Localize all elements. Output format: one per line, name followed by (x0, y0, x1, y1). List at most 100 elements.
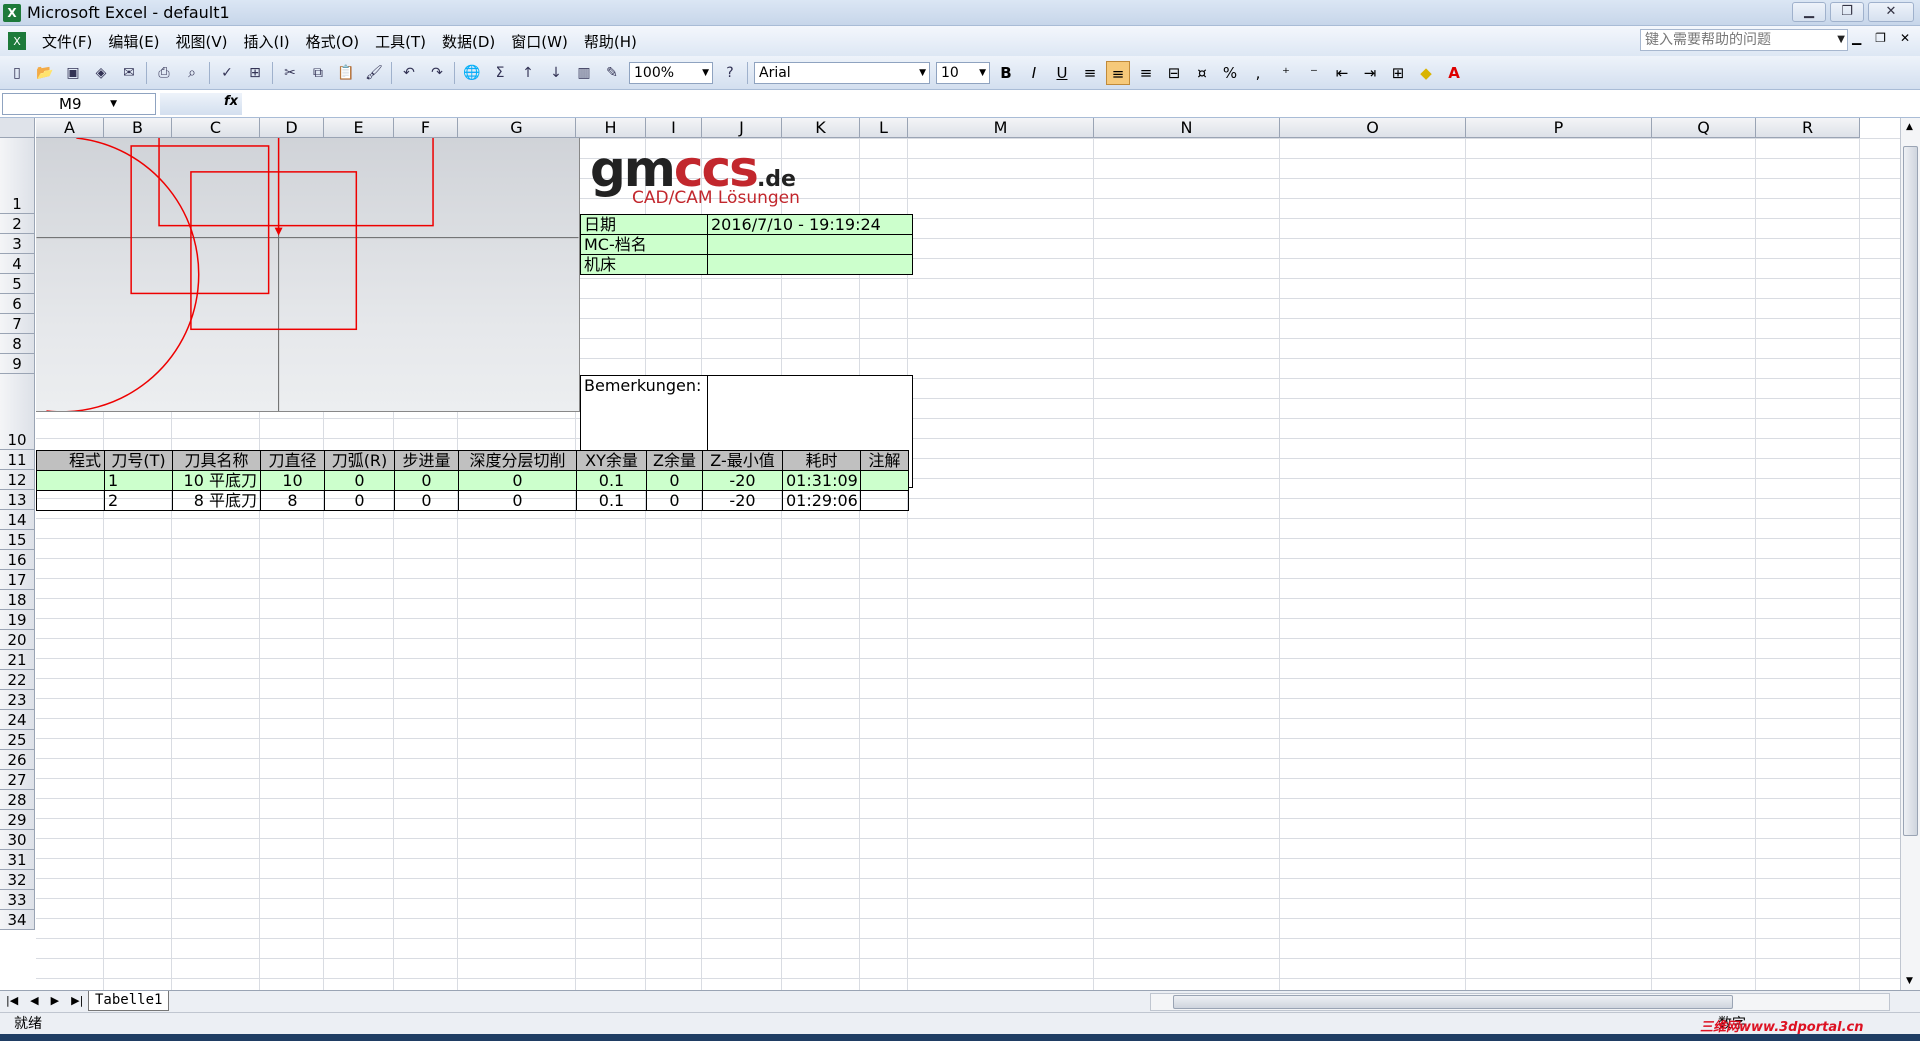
undo-icon[interactable]: ↶ (398, 62, 420, 84)
copy-icon[interactable]: ⧉ (307, 62, 329, 84)
table-header-cell[interactable]: 程式 (36, 450, 105, 471)
align-right-icon[interactable]: ≡ (1134, 61, 1158, 85)
permission-icon[interactable]: ◈ (90, 62, 112, 84)
decrease-decimal-icon[interactable]: ⁻ (1302, 61, 1326, 85)
column-header-c[interactable]: C (172, 118, 260, 138)
column-header-a[interactable]: A (36, 118, 104, 138)
open-icon[interactable]: 📂 (34, 62, 56, 84)
table-cell[interactable]: 0 (646, 470, 703, 491)
table-cell[interactable]: 0 (458, 490, 577, 511)
menu-edit[interactable]: 编辑(E) (108, 31, 159, 52)
column-header-e[interactable]: E (324, 118, 394, 138)
menu-insert[interactable]: 插入(I) (244, 31, 290, 52)
table-cell[interactable]: 0 (646, 490, 703, 511)
table-cell[interactable]: 8 (260, 490, 325, 511)
menu-help[interactable]: 帮助(H) (584, 31, 637, 52)
worksheet-grid[interactable]: ABCDEFGHIJKLMNOPQR 1 2 3 4 5 6 7 8 9 10 11 12 13 14 15… (0, 118, 1900, 990)
align-left-icon[interactable]: ≡ (1078, 61, 1102, 85)
table-cell[interactable]: 10 (260, 470, 325, 491)
row-header-19[interactable]: 19 (0, 610, 35, 630)
table-cell[interactable]: 1 (104, 470, 173, 491)
hyperlink-icon[interactable]: 🌐 (461, 62, 483, 84)
table-cell[interactable]: 0.1 (576, 490, 647, 511)
row-header-14[interactable]: 14 (0, 510, 35, 530)
column-header-l[interactable]: L (860, 118, 908, 138)
email-icon[interactable]: ✉ (118, 62, 140, 84)
table-cell[interactable]: -20 (702, 490, 783, 511)
vertical-scroll-thumb[interactable] (1903, 146, 1918, 836)
help-icon[interactable]: ? (719, 62, 741, 84)
column-header-i[interactable]: I (646, 118, 702, 138)
row-header-28[interactable]: 28 (0, 790, 35, 810)
row-header-18[interactable]: 18 (0, 590, 35, 610)
column-header-k[interactable]: K (782, 118, 860, 138)
column-header-f[interactable]: F (394, 118, 458, 138)
table-cell[interactable]: 0.1 (576, 470, 647, 491)
underline-button[interactable]: U (1050, 61, 1074, 85)
row-header-13[interactable]: 13 (0, 490, 35, 510)
paste-icon[interactable]: 📋 (335, 62, 357, 84)
font-color-icon[interactable]: A (1442, 61, 1466, 85)
autosum-icon[interactable]: Σ (489, 62, 511, 84)
sort-ascending-icon[interactable]: ↑ (517, 62, 539, 84)
row-header-20[interactable]: 20 (0, 630, 35, 650)
mc-file-value[interactable] (707, 234, 913, 255)
date-label[interactable]: 日期 (580, 214, 708, 235)
table-header-cell[interactable]: 刀号(T) (104, 450, 173, 471)
menu-format[interactable]: 格式(O) (306, 31, 360, 52)
row-header-33[interactable]: 33 (0, 890, 35, 910)
row-header-22[interactable]: 22 (0, 670, 35, 690)
column-header-o[interactable]: O (1280, 118, 1466, 138)
borders-icon[interactable]: ⊞ (1386, 61, 1410, 85)
increase-indent-icon[interactable]: ⇥ (1358, 61, 1382, 85)
table-cell[interactable] (860, 470, 909, 491)
column-header-d[interactable]: D (260, 118, 324, 138)
table-cell[interactable]: 0 (324, 470, 395, 491)
column-header-p[interactable]: P (1466, 118, 1652, 138)
row-header-30[interactable]: 30 (0, 830, 35, 850)
redo-icon[interactable]: ↷ (426, 62, 448, 84)
italic-button[interactable]: I (1022, 61, 1046, 85)
bold-button[interactable]: B (994, 61, 1018, 85)
table-cell[interactable]: 8 平底刀 (172, 490, 261, 511)
row-header-31[interactable]: 31 (0, 850, 35, 870)
machine-value[interactable] (707, 254, 913, 275)
save-icon[interactable]: ▣ (62, 62, 84, 84)
first-sheet-icon[interactable]: |◀ (6, 994, 18, 1007)
row-header-7[interactable]: 7 (0, 314, 35, 334)
currency-icon[interactable]: ¤ (1190, 61, 1214, 85)
table-cell[interactable] (36, 470, 105, 491)
print-preview-icon[interactable]: ⌕ (181, 62, 203, 84)
font-size-select[interactable]: 10 ▼ (936, 61, 990, 84)
menu-tools[interactable]: 工具(T) (375, 31, 426, 52)
row-header-8[interactable]: 8 (0, 334, 35, 354)
insert-function-icon[interactable]: fx (224, 94, 238, 109)
table-cell[interactable]: 10 平底刀 (172, 470, 261, 491)
table-cell[interactable]: -20 (702, 470, 783, 491)
menu-view[interactable]: 视图(V) (176, 31, 228, 52)
table-cell[interactable]: 0 (324, 490, 395, 511)
chevron-down-icon[interactable]: ▼ (1837, 30, 1845, 50)
percent-icon[interactable]: % (1218, 61, 1242, 85)
merge-center-icon[interactable]: ⊟ (1162, 61, 1186, 85)
column-header-q[interactable]: Q (1652, 118, 1756, 138)
table-cell[interactable]: 2 (104, 490, 173, 511)
menu-window[interactable]: 窗口(W) (511, 31, 568, 52)
table-header-cell[interactable]: Z余量 (646, 450, 703, 471)
sheet-tab-tabelle1[interactable]: Tabelle1 (88, 991, 170, 1011)
increase-decimal-icon[interactable]: ⁺ (1274, 61, 1298, 85)
font-select[interactable]: Arial ▼ (754, 61, 930, 84)
machine-label[interactable]: 机床 (580, 254, 708, 275)
row-header-17[interactable]: 17 (0, 570, 35, 590)
row-header-34[interactable]: 34 (0, 910, 35, 930)
column-header-r[interactable]: R (1756, 118, 1860, 138)
print-icon[interactable]: ⎙ (153, 62, 175, 84)
table-cell[interactable]: 01:31:09 (782, 470, 861, 491)
column-header-n[interactable]: N (1094, 118, 1280, 138)
row-header-32[interactable]: 32 (0, 870, 35, 890)
row-header-11[interactable]: 11 (0, 450, 35, 470)
row-header-1[interactable]: 1 (0, 138, 35, 214)
scroll-up-icon[interactable]: ▲ (1906, 122, 1913, 132)
close-button[interactable]: ✕ (1868, 2, 1914, 22)
last-sheet-icon[interactable]: ▶| (71, 994, 83, 1007)
